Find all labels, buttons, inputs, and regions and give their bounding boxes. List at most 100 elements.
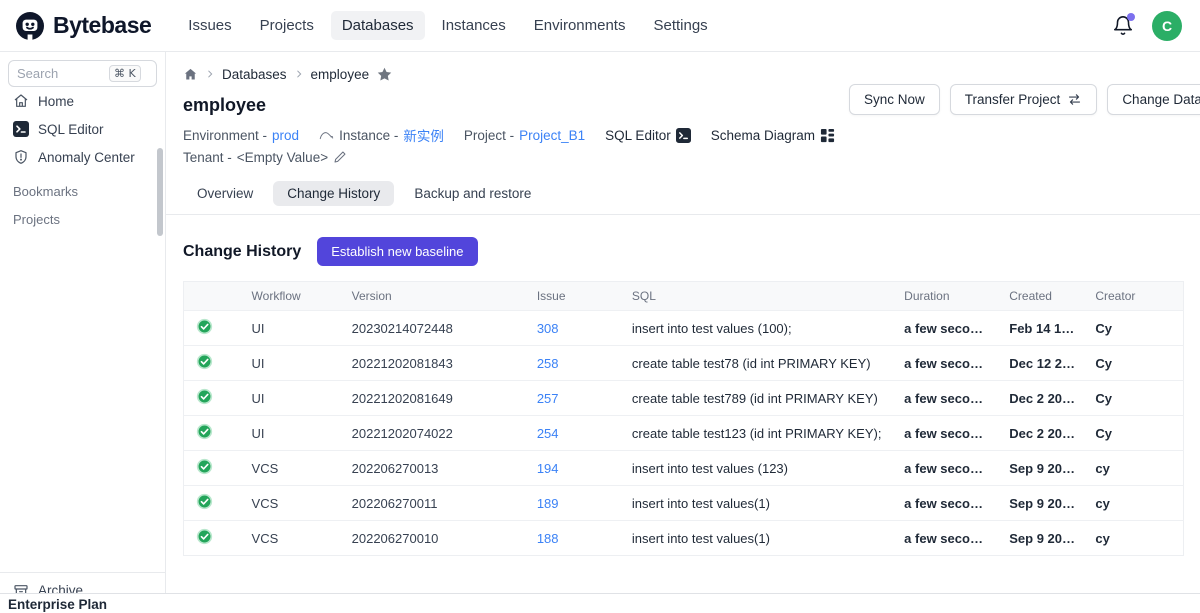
sidebar-scrollbar-thumb[interactable]	[157, 148, 163, 236]
table-header: Workflow Version Issue SQL Duration Crea…	[184, 282, 1184, 311]
sidebar-item-sql-editor[interactable]: SQL Editor	[8, 115, 157, 143]
sidebar-item-archive[interactable]: Archive	[8, 577, 157, 593]
breadcrumb-home-icon[interactable]	[183, 67, 198, 82]
plan-footer: Enterprise Plan	[0, 593, 1200, 613]
sidebar-project-item[interactable]	[8, 385, 157, 407]
project-link[interactable]: Project_B1	[519, 128, 585, 143]
nav-databases[interactable]: Databases	[331, 11, 425, 40]
change-history-table: Workflow Version Issue SQL Duration Crea…	[183, 281, 1184, 556]
sidebar: ⌘ K Home SQL Editor	[0, 52, 166, 593]
sidebar-project-item[interactable]	[8, 274, 157, 296]
table-row[interactable]: VCS 202206270013 194 insert into test va…	[184, 451, 1184, 486]
row-status	[184, 346, 242, 381]
sidebar-project-item[interactable]	[8, 408, 157, 430]
notification-bell-icon[interactable]	[1112, 15, 1134, 37]
row-issue-link[interactable]: 257	[527, 381, 622, 416]
nav-settings[interactable]: Settings	[642, 11, 718, 40]
sidebar-project-item[interactable]	[8, 474, 157, 496]
row-created: Feb 14 15:32	[999, 311, 1085, 346]
row-issue-link[interactable]: 308	[527, 311, 622, 346]
sidebar-project-item[interactable]	[8, 496, 157, 518]
sidebar-project-item[interactable]	[8, 297, 157, 319]
schema-diagram-icon	[820, 128, 835, 143]
row-issue-link[interactable]: 194	[527, 451, 622, 486]
breadcrumb: Databases employee	[183, 64, 1184, 84]
tab-change-history[interactable]: Change History	[273, 181, 394, 206]
change-data-button[interactable]: Change Data	[1107, 84, 1200, 115]
tab-overview[interactable]: Overview	[183, 181, 267, 206]
search-box[interactable]: ⌘ K	[8, 60, 157, 87]
change-data-label: Change Data	[1122, 92, 1200, 107]
table-row[interactable]: UI 20221202074022 254 create table test1…	[184, 416, 1184, 451]
sidebar-divider	[0, 572, 165, 573]
row-duration: a few seconds	[894, 381, 999, 416]
sidebar-item-label: Home	[38, 94, 74, 109]
sidebar-project-item[interactable]	[8, 363, 157, 385]
establish-baseline-button[interactable]: Establish new baseline	[317, 237, 477, 266]
nav-issues[interactable]: Issues	[177, 11, 242, 40]
mysql-engine-icon	[319, 129, 334, 142]
schema-diagram-link[interactable]: Schema Diagram	[711, 128, 835, 143]
environment-link[interactable]: prod	[272, 128, 299, 143]
sidebar-project-item[interactable]	[8, 319, 157, 341]
row-sql: insert into test values (100);	[622, 311, 894, 346]
row-issue-link[interactable]: 254	[527, 416, 622, 451]
row-status	[184, 521, 242, 556]
row-sql: insert into test values(1)	[622, 521, 894, 556]
table-row[interactable]: UI 20221202081843 258 create table test7…	[184, 346, 1184, 381]
col-issue: Issue	[527, 282, 622, 311]
row-created: Dec 12 2022	[999, 346, 1085, 381]
tab-backup-restore[interactable]: Backup and restore	[400, 181, 545, 206]
sidebar-project-item[interactable]	[8, 518, 157, 540]
row-status	[184, 381, 242, 416]
table-row[interactable]: VCS 202206270011 189 insert into test va…	[184, 486, 1184, 521]
nav-instances[interactable]: Instances	[431, 11, 517, 40]
tenant-label: Tenant -	[183, 150, 232, 165]
nav-environments[interactable]: Environments	[523, 11, 637, 40]
row-workflow: VCS	[242, 451, 342, 486]
row-creator: cy	[1085, 486, 1183, 521]
row-version: 202206270010	[342, 521, 527, 556]
user-avatar[interactable]: C	[1152, 11, 1182, 41]
bookmark-star-icon[interactable]	[376, 66, 393, 83]
sidebar-project-item[interactable]	[8, 252, 157, 274]
chevron-right-icon	[205, 69, 215, 79]
projects-section-label: Projects	[13, 212, 157, 227]
breadcrumb-databases[interactable]: Databases	[222, 67, 287, 82]
sidebar-item-anomaly-center[interactable]: Anomaly Center	[8, 143, 157, 171]
breadcrumb-employee[interactable]: employee	[311, 67, 370, 82]
row-version: 202206270011	[342, 486, 527, 521]
row-issue-link[interactable]: 189	[527, 486, 622, 521]
row-issue-link[interactable]: 258	[527, 346, 622, 381]
nav-projects[interactable]: Projects	[249, 11, 325, 40]
sidebar-project-item[interactable]	[8, 341, 157, 363]
row-created: Sep 9 2022	[999, 521, 1085, 556]
edit-pencil-icon[interactable]	[333, 150, 347, 164]
sql-editor-link[interactable]: SQL Editor	[605, 128, 691, 143]
terminal-icon	[13, 121, 29, 137]
instance-link[interactable]: 新实例	[403, 125, 444, 145]
change-history-heading: Change History	[183, 243, 301, 261]
bytebase-logo[interactable]: Bytebase	[14, 10, 151, 42]
row-sql: insert into test values (123)	[622, 451, 894, 486]
success-check-icon	[196, 318, 213, 335]
terminal-icon	[676, 128, 691, 143]
transfer-project-button[interactable]: Transfer Project	[950, 84, 1098, 115]
sidebar-project-item[interactable]	[8, 452, 157, 474]
row-issue-link[interactable]: 188	[527, 521, 622, 556]
sidebar-project-item[interactable]	[8, 430, 157, 452]
table-row[interactable]: VCS 202206270010 188 insert into test va…	[184, 521, 1184, 556]
table-row[interactable]: UI 20221202081649 257 create table test7…	[184, 381, 1184, 416]
search-input[interactable]	[17, 66, 109, 81]
row-sql: create table test123 (id int PRIMARY KEY…	[622, 416, 894, 451]
row-version: 202206270013	[342, 451, 527, 486]
sidebar-item-home[interactable]: Home	[8, 87, 157, 115]
sidebar-project-item[interactable]	[8, 230, 157, 252]
sync-now-button[interactable]: Sync Now	[849, 84, 940, 115]
transfer-arrows-icon	[1067, 93, 1082, 106]
sidebar-project-item[interactable]	[8, 541, 157, 563]
table-row[interactable]: UI 20230214072448 308 insert into test v…	[184, 311, 1184, 346]
bookmarks-section-label: Bookmarks	[13, 184, 157, 199]
plan-label[interactable]: Enterprise Plan	[8, 597, 107, 612]
row-sql: create table test78 (id int PRIMARY KEY)	[622, 346, 894, 381]
